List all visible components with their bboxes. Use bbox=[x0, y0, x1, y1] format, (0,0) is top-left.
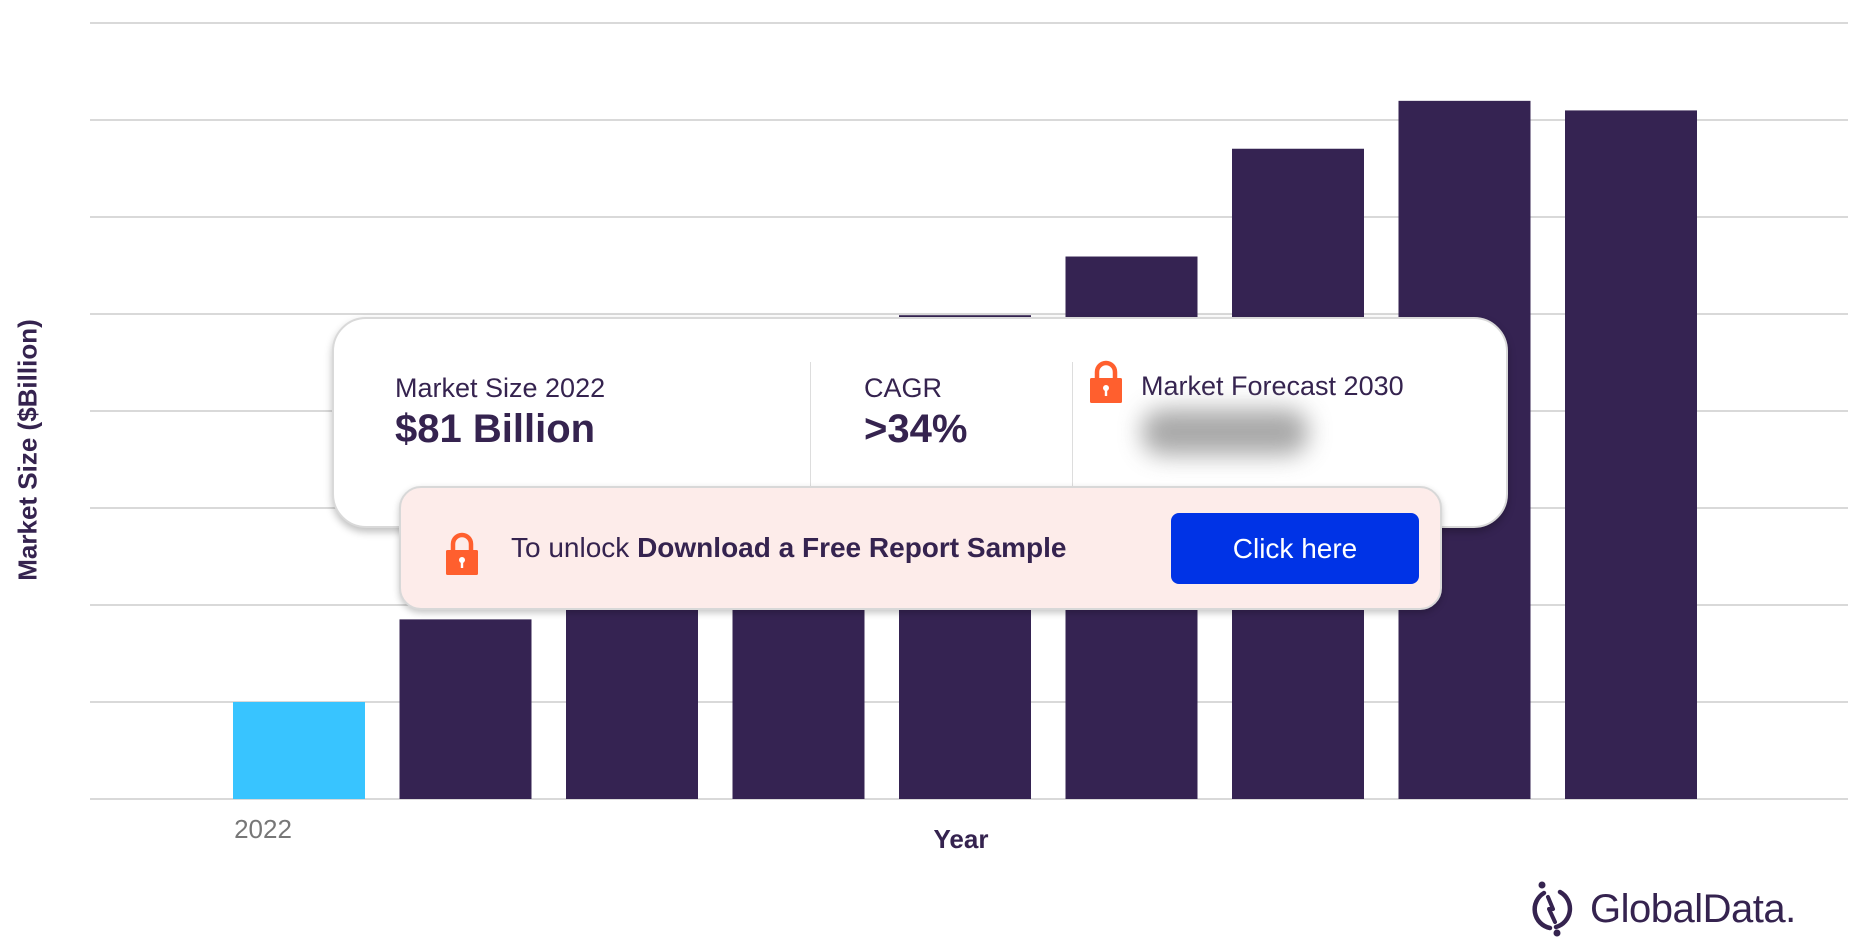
x-axis-label: Year bbox=[933, 824, 989, 854]
forecast-label: Market Forecast 2030 bbox=[1141, 371, 1404, 401]
unlock-message: To unlock Download a Free Report Sample bbox=[511, 532, 1067, 564]
card-divider bbox=[810, 362, 811, 486]
market-size-value: $81 Billion bbox=[395, 407, 596, 451]
y-axis-label: Market Size ($Billion) bbox=[12, 319, 43, 581]
cagr-value: >34% bbox=[864, 407, 968, 451]
lock-icon bbox=[446, 532, 478, 575]
unlock-prefix: To unlock bbox=[511, 532, 638, 563]
bar-2022 bbox=[233, 702, 365, 799]
unlock-banner: To unlock Download a Free Report Sample … bbox=[399, 486, 1442, 610]
card-divider bbox=[1072, 362, 1073, 486]
x-tick-label: 2022 bbox=[234, 814, 292, 844]
cagr-label: CAGR bbox=[864, 373, 943, 403]
bar-2030 bbox=[1565, 110, 1697, 800]
unlock-bold-text: Download a Free Report Sample bbox=[637, 532, 1067, 563]
globaldata-logo: GlobalData. bbox=[1530, 880, 1796, 938]
market-size-label: Market Size 2022 bbox=[395, 373, 606, 403]
lock-icon bbox=[1090, 360, 1122, 403]
brand-name: GlobalData. bbox=[1590, 886, 1796, 931]
forecast-value-blurred bbox=[1142, 409, 1308, 455]
bar-2023 bbox=[399, 619, 532, 799]
globaldata-logo-icon bbox=[1532, 881, 1573, 937]
click-here-button[interactable]: Click here bbox=[1171, 513, 1419, 584]
